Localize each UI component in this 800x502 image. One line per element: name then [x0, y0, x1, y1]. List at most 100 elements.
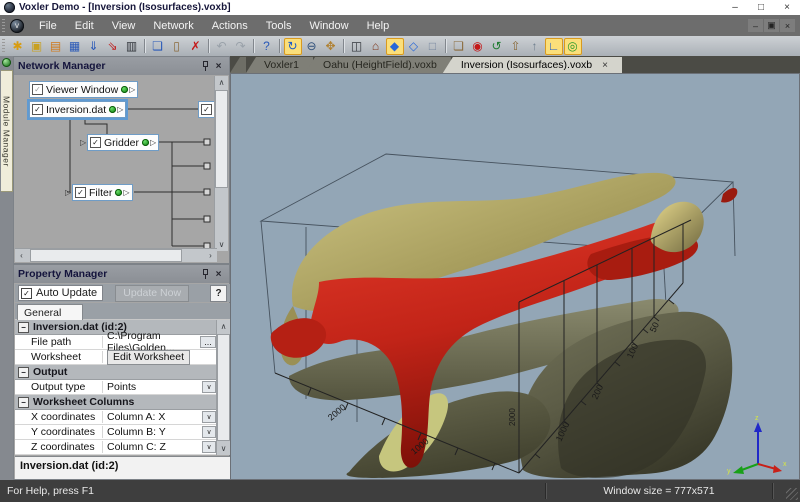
record-icon[interactable]: ◉: [469, 38, 487, 55]
window-title: Voxler Demo - [Inversion (Isosurfaces).v…: [19, 2, 231, 13]
node-checkbox[interactable]: ✓: [32, 84, 43, 95]
minimize-button[interactable]: –: [722, 0, 748, 15]
scrollbar-thumb[interactable]: [30, 249, 182, 262]
node-gridder[interactable]: ▷ ✓ Gridder ▷: [87, 134, 159, 151]
export-module-icon[interactable]: ↑: [526, 38, 544, 55]
upload-icon[interactable]: ⇧: [507, 38, 525, 55]
cube-module-icon[interactable]: □: [424, 38, 442, 55]
menu-help[interactable]: Help: [358, 15, 399, 36]
home-view-icon[interactable]: ⌂: [367, 38, 385, 55]
node-input-arrow[interactable]: ▷: [65, 188, 71, 197]
paste-special-icon[interactable]: ❏: [450, 38, 468, 55]
undo-icon[interactable]: ↶: [213, 38, 231, 55]
node-inversion-dat[interactable]: ✓ Inversion.dat ▷: [29, 101, 126, 118]
scroll-left-icon[interactable]: ‹: [15, 249, 28, 262]
property-help-button[interactable]: ?: [210, 285, 227, 302]
delete-icon[interactable]: ✗: [187, 38, 205, 55]
toolbar-grip[interactable]: [2, 39, 5, 53]
mdi-restore-button[interactable]: ▣: [764, 19, 779, 32]
tab-oahu-heightfield[interactable]: Oahu (HeightField).voxb: [305, 57, 451, 73]
menu-file[interactable]: File: [30, 15, 66, 36]
help-pointer-icon[interactable]: ?: [258, 38, 276, 55]
node-output-arrow[interactable]: ▷: [123, 188, 129, 197]
node-status-dot: [109, 106, 116, 113]
rotate-view-icon[interactable]: ↻: [284, 38, 302, 55]
paste-icon[interactable]: ▯: [168, 38, 186, 55]
pin-icon[interactable]: [199, 60, 212, 73]
scroll-right-icon[interactable]: ›: [204, 249, 217, 262]
scrollbar-thumb[interactable]: [215, 90, 228, 188]
node-checkbox[interactable]: ✓: [75, 187, 86, 198]
import-data-icon[interactable]: ⇓: [85, 38, 103, 55]
network-vertical-scrollbar[interactable]: ∧ ∨: [214, 76, 228, 251]
group-row[interactable]: − Worksheet Columns: [15, 395, 230, 410]
new-network-icon[interactable]: ✱: [9, 38, 27, 55]
tab-inversion-isosurfaces[interactable]: Inversion (Isosurfaces).voxb ×: [443, 57, 622, 73]
menu-actions[interactable]: Actions: [203, 15, 257, 36]
tab-general[interactable]: General: [17, 304, 83, 320]
tab-close-icon[interactable]: ×: [602, 60, 608, 71]
dropdown-arrow-icon[interactable]: ∨: [202, 441, 216, 453]
node-viewer-window[interactable]: ✓ Viewer Window ▷: [29, 81, 138, 98]
scroll-down-icon[interactable]: ∨: [217, 442, 230, 455]
scrollbar-thumb[interactable]: [217, 334, 230, 441]
maximize-button[interactable]: □: [748, 0, 774, 15]
browse-button[interactable]: ...: [200, 336, 216, 348]
resize-grip[interactable]: [786, 488, 798, 500]
collapse-icon[interactable]: −: [18, 367, 29, 378]
edit-worksheet-button[interactable]: Edit Worksheet: [107, 350, 190, 365]
update-now-button[interactable]: Update Now: [115, 285, 189, 302]
redo-icon[interactable]: ↷: [232, 38, 250, 55]
dropdown-arrow-icon[interactable]: ∨: [202, 381, 216, 393]
new-window-icon[interactable]: ▣: [28, 38, 46, 55]
tab-voxler1[interactable]: Voxler1: [246, 57, 313, 73]
document-tabstrip: Voxler1 Oahu (HeightField).voxb Inversio…: [230, 56, 800, 73]
property-grid-scrollbar[interactable]: ∧ ∨: [216, 320, 230, 455]
dropdown-arrow-icon[interactable]: ∨: [202, 411, 216, 423]
menubar-grip[interactable]: [2, 19, 5, 33]
close-icon[interactable]: ×: [212, 268, 225, 281]
menu-network[interactable]: Network: [144, 15, 202, 36]
collapse-icon[interactable]: −: [18, 397, 29, 408]
node-input-arrow[interactable]: ▷: [80, 138, 86, 147]
mdi-close-button[interactable]: ×: [780, 19, 795, 32]
pin-icon[interactable]: [199, 268, 212, 281]
collapse-icon[interactable]: −: [18, 322, 29, 333]
scroll-up-icon[interactable]: ∧: [215, 76, 228, 89]
close-button[interactable]: ×: [774, 0, 800, 15]
scroll-up-icon[interactable]: ∧: [217, 320, 230, 333]
dropdown-arrow-icon[interactable]: ∨: [202, 426, 216, 438]
node-checkbox[interactable]: ✓: [32, 104, 43, 115]
print-icon[interactable]: ▥: [123, 38, 141, 55]
zoom-out-icon[interactable]: ⊖: [303, 38, 321, 55]
node-filter[interactable]: ▷ ✓ Filter ▷: [72, 184, 133, 201]
save-icon[interactable]: ▦: [66, 38, 84, 55]
module-manager-tab[interactable]: Module Manager: [1, 70, 13, 192]
copy-icon[interactable]: ❏: [149, 38, 167, 55]
node-output-arrow[interactable]: ▷: [117, 105, 123, 114]
menu-window[interactable]: Window: [300, 15, 357, 36]
close-icon[interactable]: ×: [212, 60, 225, 73]
auto-update-checkbox[interactable]: ✓ Auto Update: [18, 285, 103, 301]
menu-tools[interactable]: Tools: [257, 15, 301, 36]
pan-icon[interactable]: ✥: [322, 38, 340, 55]
mdi-minimize-button[interactable]: –: [748, 19, 763, 32]
export-icon[interactable]: ⇘: [104, 38, 122, 55]
node-checkbox[interactable]: ✓: [201, 104, 212, 115]
node-checkbox[interactable]: ✓: [90, 137, 101, 148]
refresh-window-icon[interactable]: ↺: [488, 38, 506, 55]
network-horizontal-scrollbar[interactable]: ‹ ›: [15, 248, 217, 262]
menu-view[interactable]: View: [103, 15, 145, 36]
group-row[interactable]: − Output: [15, 365, 230, 380]
viewport-3d[interactable]: 2000 1000 1000 200 100 50 2000: [230, 73, 800, 480]
node-output-arrow[interactable]: ▷: [129, 85, 135, 94]
network-canvas[interactable]: ✓ Viewer Window ▷ ✓ Inversion.dat ▷ ▷ ✓ …: [15, 76, 217, 251]
open-icon[interactable]: ▤: [47, 38, 65, 55]
heightfield-module-icon[interactable]: ◇: [405, 38, 423, 55]
axes-icon[interactable]: ∟: [545, 38, 563, 55]
node-output-arrow[interactable]: ▷: [150, 138, 156, 147]
probe-icon[interactable]: ◎: [564, 38, 582, 55]
isosurface-module-icon[interactable]: ◆: [386, 38, 404, 55]
fit-window-icon[interactable]: ◫: [348, 38, 366, 55]
menu-edit[interactable]: Edit: [66, 15, 103, 36]
